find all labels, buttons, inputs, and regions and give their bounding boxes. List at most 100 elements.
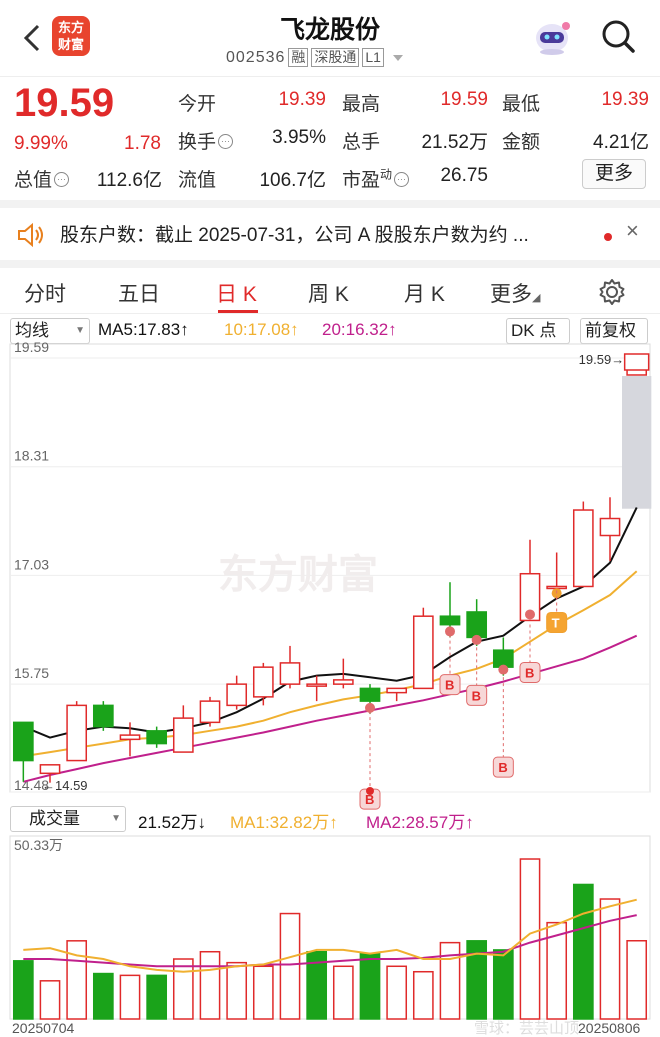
- kline-svg[interactable]: 19.5918.3117.0315.7514.48东方财富19.59→←14.5…: [0, 314, 660, 1037]
- change-amount: 1.78: [124, 133, 161, 154]
- open-label: 今开: [178, 94, 217, 115]
- period-tabs: 分时 五日 日 K 周 K 月 K 更多◢: [0, 260, 660, 314]
- volume-bar: [252, 965, 274, 1020]
- tag-margin: 融: [288, 48, 309, 67]
- active-tab-underline: [218, 310, 258, 313]
- candle-body: [252, 666, 274, 698]
- float-cap-value: 106.7亿: [259, 170, 326, 191]
- volume-bar: [92, 972, 114, 1020]
- x-start-date-label: 20250704: [12, 1020, 75, 1036]
- close-icon[interactable]: ×: [626, 218, 639, 244]
- candle-body: [466, 611, 488, 639]
- limit-up-band: [622, 376, 652, 509]
- pe-label[interactable]: 市盈动 ···: [342, 165, 410, 192]
- volume-bar: [39, 980, 61, 1020]
- stock-code: 002536: [226, 48, 286, 66]
- candle-body: [492, 649, 514, 668]
- y-tick-label: 18.31: [14, 448, 49, 464]
- min-price-label: ←14.59: [42, 778, 88, 793]
- y-tick-label: 15.75: [14, 665, 49, 681]
- candle-body: [546, 585, 568, 590]
- ma20-line: [23, 634, 638, 783]
- volume-bar: [12, 960, 34, 1020]
- candle-body: [12, 721, 34, 762]
- tab-daily-k[interactable]: 日 K: [216, 278, 257, 308]
- volume-bar: [226, 961, 248, 1020]
- volume-bar: [146, 974, 168, 1020]
- volume-bar: [119, 974, 141, 1020]
- low-label: 最低: [502, 94, 541, 115]
- tab-five-day[interactable]: 五日: [118, 278, 160, 308]
- volume-value: 21.52万: [421, 132, 488, 153]
- low-value: 19.39: [601, 89, 649, 110]
- pe-value: 26.75: [440, 165, 488, 186]
- candle-body: [359, 687, 381, 702]
- info-icon[interactable]: ···: [54, 172, 70, 187]
- volume-bar: [386, 965, 408, 1020]
- volume-bar: [172, 958, 194, 1020]
- y-tick-label: 17.03: [14, 556, 49, 572]
- candle-body: [386, 687, 408, 694]
- signal-badge-label: B: [498, 760, 507, 775]
- kline-chart-area: 均线 ▼ MA5:17.83↑ 10:17.08↑ 20:16.32↑ DK 点 …: [0, 314, 660, 1037]
- candle-body: [119, 734, 141, 741]
- volume-label: 总手: [342, 132, 381, 153]
- candle-body: [572, 509, 594, 588]
- candle-body: [332, 679, 354, 685]
- robot-avatar-icon[interactable]: [530, 16, 574, 56]
- gear-icon[interactable]: [598, 278, 626, 306]
- info-icon[interactable]: ···: [394, 172, 410, 187]
- candle-body: [412, 615, 434, 690]
- signal-badge-label: B: [445, 678, 454, 693]
- tab-monthly-k[interactable]: 月 K: [404, 278, 445, 308]
- candle-body: [279, 662, 301, 685]
- tab-more[interactable]: 更多◢: [490, 278, 540, 308]
- volume-readout: 21.52万↓: [138, 813, 207, 832]
- volume-bar: [359, 952, 381, 1020]
- float-cap-label: 流值: [178, 170, 217, 191]
- signal-badge-label: B: [525, 665, 534, 680]
- tab-intraday[interactable]: 分时: [24, 278, 66, 308]
- candle-body: [199, 700, 221, 724]
- watermark: 东方财富: [218, 553, 378, 597]
- speaker-icon: [18, 222, 43, 248]
- signal-badge-label: T: [552, 615, 560, 630]
- volume-bar: [279, 912, 301, 1020]
- more-quote-button[interactable]: 更多: [582, 159, 646, 189]
- candle-body: [66, 704, 88, 762]
- chevron-down-icon[interactable]: [392, 54, 403, 61]
- ma10-line: [23, 570, 638, 758]
- last-price: 19.59: [14, 81, 115, 125]
- stock-subline[interactable]: 002536 融 深股通 L1: [226, 48, 403, 67]
- info-icon[interactable]: ···: [218, 134, 234, 149]
- vol-ma2-readout: MA2:28.57万↑: [366, 813, 474, 832]
- candle-body: [599, 517, 621, 537]
- amount-label: 金额: [502, 132, 541, 153]
- candle-body: [172, 717, 194, 753]
- shareholder-notice[interactable]: 股东户数：截止 2025-07-31，公司 A 股股东户数为约 ... ×: [0, 200, 660, 260]
- market-cap-value: 112.6亿: [96, 170, 162, 191]
- high-label: 最高: [342, 94, 381, 115]
- x-end-date-label: 20250806: [578, 1020, 641, 1036]
- volume-bar: [412, 970, 434, 1020]
- max-marker: [623, 353, 650, 371]
- quote-panel: 19.59 9.99% 1.78 今开 19.39 最高 19.59 最低 19…: [0, 76, 660, 198]
- candle-body: [439, 615, 461, 626]
- volume-bar: [626, 940, 648, 1020]
- candle-body: [226, 683, 248, 707]
- volume-select[interactable]: 成交量 ▼: [10, 806, 126, 832]
- turnover-label[interactable]: 换手 ···: [178, 127, 234, 154]
- change-percent: 9.99%: [14, 133, 68, 154]
- search-icon[interactable]: [600, 18, 636, 54]
- vol-ma2-line: [23, 914, 637, 968]
- market-cap-label[interactable]: 总值 ···: [14, 165, 70, 192]
- open-value: 19.39: [278, 89, 326, 110]
- candle-body: [39, 764, 61, 775]
- tag-sz-connect: 深股通: [311, 48, 360, 67]
- volume-bar: [599, 898, 621, 1020]
- volume-bar: [332, 965, 354, 1020]
- tab-weekly-k[interactable]: 周 K: [308, 278, 349, 308]
- unread-dot: [604, 233, 612, 241]
- vol-ma1-readout: MA1:32.82万↑: [230, 813, 338, 832]
- signal-badge-label: B: [472, 688, 481, 703]
